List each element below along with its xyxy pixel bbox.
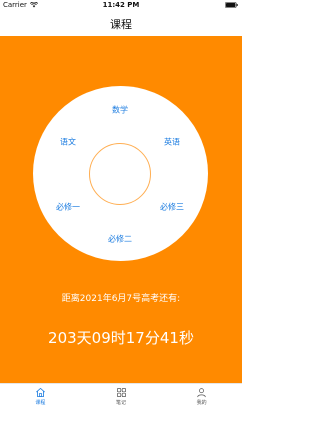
app-screen: Carrier 11:42 PM 课程 数学 语文 英语 必修一 必修三 必修二: [0, 0, 242, 440]
countdown-timer: 203天09时17分41秒: [48, 329, 194, 347]
subject-chinese[interactable]: 语文: [60, 137, 76, 148]
tab-mine-label: 我的: [196, 400, 207, 406]
main-content: 数学 语文 英语 必修一 必修三 必修二 距离2021年6月7号高考还有: 20…: [0, 36, 242, 383]
home-icon: [35, 387, 45, 398]
tab-course[interactable]: 课程: [0, 384, 81, 411]
tab-mine[interactable]: 我的: [161, 384, 242, 411]
subject-compulsory-1[interactable]: 必修一: [56, 202, 80, 213]
navigation-bar: 课程: [0, 10, 242, 36]
status-time: 11:42 PM: [102, 1, 140, 9]
subject-compulsory-3[interactable]: 必修三: [160, 202, 184, 213]
wheel-center-circle[interactable]: [89, 143, 151, 205]
tab-course-label: 课程: [35, 400, 46, 406]
subject-wheel: 数学 语文 英语 必修一 必修三 必修二: [33, 86, 208, 261]
page-title: 课程: [110, 18, 132, 31]
tab-notes[interactable]: 笔记: [81, 384, 162, 411]
bottom-safe-area: [0, 410, 242, 440]
status-bar: Carrier 11:42 PM: [0, 0, 242, 10]
subject-compulsory-2[interactable]: 必修二: [108, 234, 132, 245]
subject-english[interactable]: 英语: [164, 137, 180, 148]
battery-icon: [225, 2, 238, 8]
person-icon: [197, 388, 206, 398]
tab-notes-label: 笔记: [116, 400, 127, 406]
tab-bar: 课程 笔记 我的: [0, 383, 242, 411]
subject-math[interactable]: 数学: [112, 105, 128, 116]
grid-icon: [116, 388, 126, 397]
countdown-label: 距离2021年6月7号高考还有:: [61, 294, 181, 304]
